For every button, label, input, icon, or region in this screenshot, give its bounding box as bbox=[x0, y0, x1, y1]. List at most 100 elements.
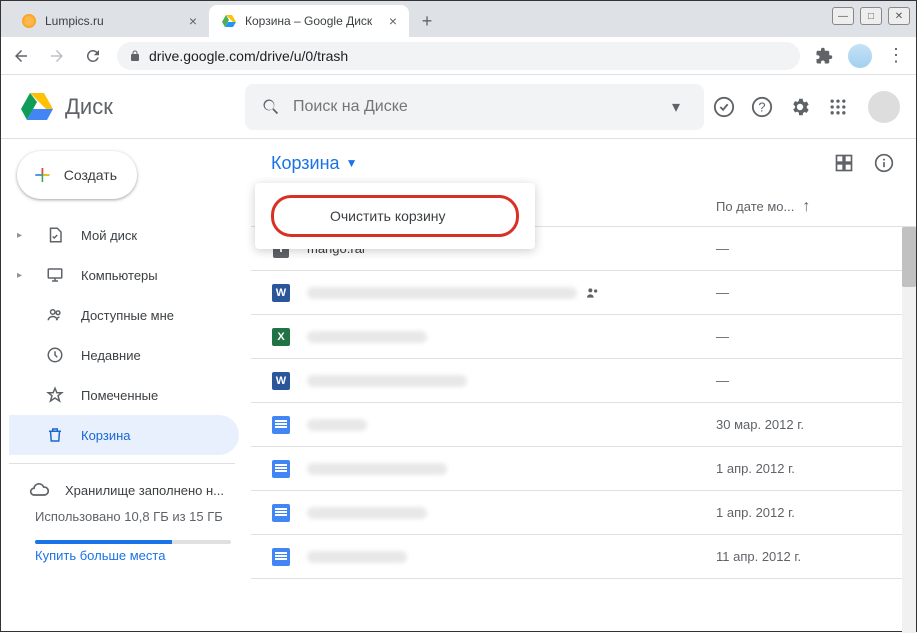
plus-icon bbox=[33, 163, 52, 187]
sidebar-item-3[interactable]: ▸Недавние bbox=[9, 335, 239, 375]
file-list: mango.rar—W—X—W—30 мар. 2012 г.1 апр. 20… bbox=[251, 227, 916, 633]
storage-bar bbox=[35, 540, 231, 544]
grid-view-button[interactable] bbox=[832, 151, 856, 175]
drive-logo-icon bbox=[17, 87, 57, 127]
file-date: — bbox=[716, 329, 896, 344]
expand-arrow-icon: ▸ bbox=[17, 230, 29, 241]
file-date: 1 апр. 2012 г. bbox=[716, 461, 896, 476]
nav-icon bbox=[45, 345, 65, 365]
file-type-icon bbox=[271, 503, 291, 523]
storage-used: Использовано 10,8 ГБ из 15 ГБ bbox=[35, 508, 231, 526]
file-row[interactable]: 1 апр. 2012 г. bbox=[251, 491, 916, 535]
file-type-icon: W bbox=[271, 371, 291, 391]
help-icon[interactable]: ? bbox=[750, 95, 774, 119]
drive-favicon bbox=[221, 13, 237, 29]
file-type-icon bbox=[271, 415, 291, 435]
nav-label: Корзина bbox=[81, 428, 131, 443]
sidebar-item-1[interactable]: ▸ Компьютеры bbox=[9, 255, 239, 295]
browser-tab-strip: Lumpics.ru × Корзина – Google Диск × + —… bbox=[1, 1, 916, 37]
file-row[interactable]: 1 апр. 2012 г. bbox=[251, 447, 916, 491]
browser-tab-active[interactable]: Корзина – Google Диск × bbox=[209, 5, 409, 37]
column-date[interactable]: По дате мо... ↑ bbox=[716, 198, 896, 216]
content-header: Корзина ▼ Очистить корзину bbox=[251, 139, 916, 187]
browser-menu-button[interactable]: ⋮ bbox=[884, 44, 908, 68]
nav-icon bbox=[45, 425, 65, 445]
file-date: — bbox=[716, 241, 896, 256]
nav-icon bbox=[45, 385, 65, 405]
gear-icon[interactable] bbox=[788, 95, 812, 119]
create-button[interactable]: Создать bbox=[17, 151, 137, 199]
svg-text:?: ? bbox=[758, 99, 765, 114]
search-box[interactable]: ▾ bbox=[245, 84, 704, 130]
empty-trash-menu-item[interactable]: Очистить корзину bbox=[271, 195, 519, 237]
tab-title: Корзина – Google Диск bbox=[245, 14, 381, 28]
breadcrumb-dropdown: Очистить корзину bbox=[255, 183, 535, 249]
forward-button[interactable] bbox=[45, 44, 69, 68]
file-type-icon: W bbox=[271, 283, 291, 303]
app-name: Диск bbox=[65, 94, 113, 120]
file-type-icon bbox=[271, 547, 291, 567]
search-options-button[interactable]: ▾ bbox=[664, 97, 688, 117]
browser-tab[interactable]: Lumpics.ru × bbox=[9, 5, 209, 37]
header-actions: ? bbox=[712, 91, 900, 123]
drive-logo[interactable]: Диск bbox=[17, 87, 237, 127]
info-button[interactable] bbox=[872, 151, 896, 175]
nav-icon bbox=[45, 265, 65, 285]
sidebar-item-4[interactable]: ▸Помеченные bbox=[9, 375, 239, 415]
file-date: — bbox=[716, 373, 896, 388]
nav-label: Мой диск bbox=[81, 228, 137, 243]
url-input[interactable]: drive.google.com/drive/u/0/trash bbox=[117, 42, 800, 70]
file-row[interactable]: W— bbox=[251, 271, 916, 315]
file-date: 30 мар. 2012 г. bbox=[716, 417, 896, 432]
file-row[interactable]: 30 мар. 2012 г. bbox=[251, 403, 916, 447]
storage-title: Хранилище заполнено н... bbox=[65, 483, 224, 498]
file-date: 1 апр. 2012 г. bbox=[716, 505, 896, 520]
account-avatar[interactable] bbox=[868, 91, 900, 123]
close-icon[interactable]: × bbox=[389, 13, 397, 29]
file-type-icon bbox=[271, 459, 291, 479]
file-type-icon: X bbox=[271, 327, 291, 347]
reload-button[interactable] bbox=[81, 44, 105, 68]
file-row[interactable]: W— bbox=[251, 359, 916, 403]
maximize-button[interactable]: □ bbox=[860, 7, 882, 25]
main-layout: Создать ▸ Мой диск ▸ Компьютеры ▸Доступные м… bbox=[1, 139, 916, 633]
column-date-label: По дате мо... bbox=[716, 199, 794, 214]
lumpics-favicon bbox=[21, 13, 37, 29]
storage-section: Хранилище заполнено н... Использовано 10… bbox=[9, 472, 251, 571]
sidebar: Создать ▸ Мой диск ▸ Компьютеры ▸Доступные м… bbox=[1, 139, 251, 633]
file-date: 11 апр. 2012 г. bbox=[716, 549, 896, 564]
nav-label: Компьютеры bbox=[81, 268, 158, 283]
scrollbar[interactable] bbox=[902, 227, 916, 633]
sidebar-item-2[interactable]: ▸Доступные мне bbox=[9, 295, 239, 335]
file-row[interactable]: X— bbox=[251, 315, 916, 359]
storage-fill bbox=[35, 540, 172, 544]
cloud-icon bbox=[29, 480, 49, 500]
dropdown-caret-icon: ▼ bbox=[346, 156, 358, 170]
app-header: Диск ▾ ? bbox=[1, 75, 916, 139]
search-icon bbox=[261, 97, 281, 117]
buy-storage-link[interactable]: Купить больше места bbox=[35, 548, 231, 563]
back-button[interactable] bbox=[9, 44, 33, 68]
ready-offline-icon[interactable] bbox=[712, 95, 736, 119]
close-icon[interactable]: × bbox=[189, 13, 197, 29]
new-tab-button[interactable]: + bbox=[413, 7, 441, 35]
scrollbar-thumb[interactable] bbox=[902, 227, 916, 287]
file-row[interactable]: 11 апр. 2012 г. bbox=[251, 535, 916, 579]
sort-arrow-icon: ↑ bbox=[802, 198, 810, 216]
close-window-button[interactable]: ✕ bbox=[888, 7, 910, 25]
shared-icon bbox=[585, 285, 601, 301]
tab-title: Lumpics.ru bbox=[45, 14, 181, 28]
sidebar-item-0[interactable]: ▸ Мой диск bbox=[9, 215, 239, 255]
minimize-button[interactable]: — bbox=[832, 7, 854, 25]
apps-grid-icon[interactable] bbox=[826, 95, 850, 119]
extensions-icon[interactable] bbox=[812, 44, 836, 68]
nav-icon bbox=[45, 305, 65, 325]
expand-arrow-icon: ▸ bbox=[17, 270, 29, 281]
create-label: Создать bbox=[64, 167, 117, 183]
lock-icon bbox=[129, 49, 141, 63]
breadcrumb[interactable]: Корзина ▼ bbox=[271, 153, 357, 174]
profile-avatar[interactable] bbox=[848, 44, 872, 68]
search-input[interactable] bbox=[293, 98, 652, 116]
nav-label: Помеченные bbox=[81, 388, 158, 403]
sidebar-item-5[interactable]: ▸Корзина bbox=[9, 415, 239, 455]
